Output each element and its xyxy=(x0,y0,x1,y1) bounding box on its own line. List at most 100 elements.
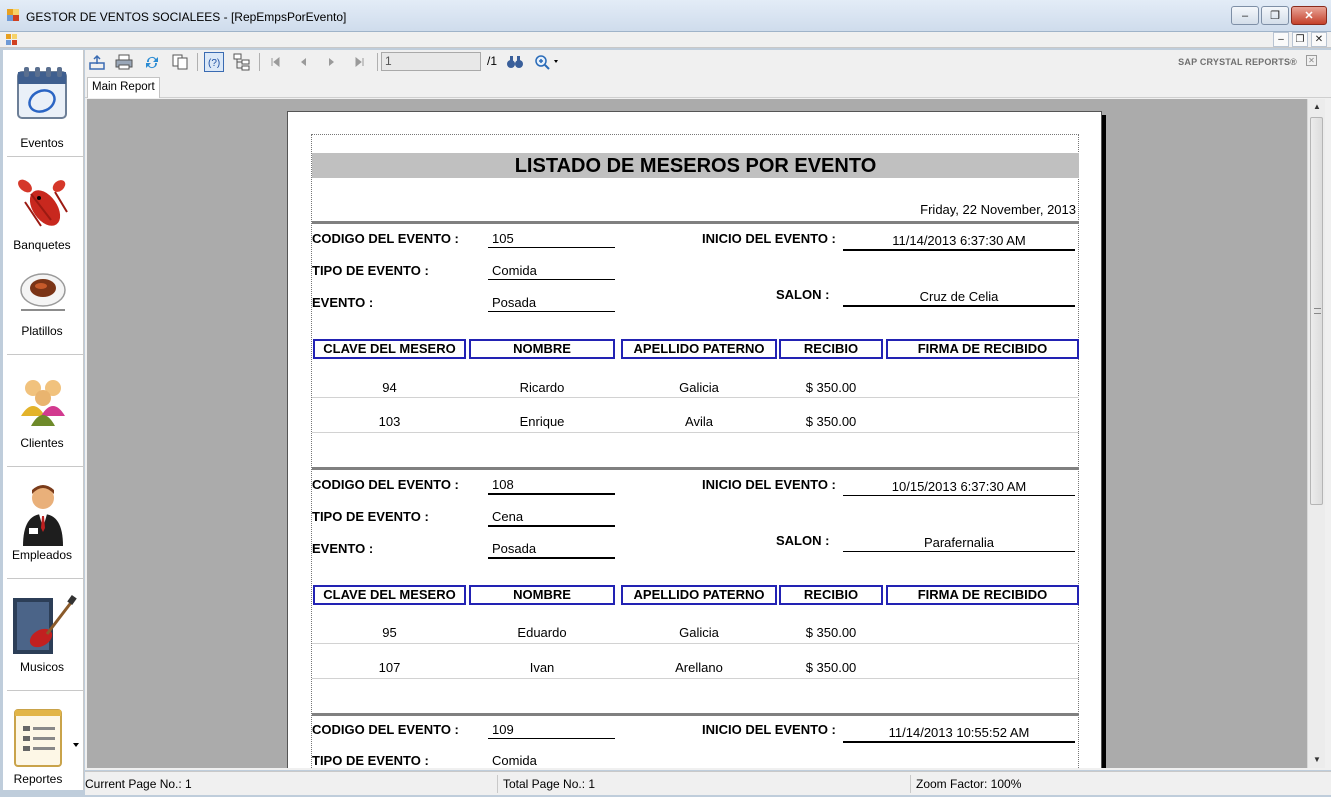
current-page-status: Current Page No.: 1 xyxy=(85,777,192,791)
scroll-up-icon[interactable]: ▲ xyxy=(1308,99,1326,115)
tipo-label: TIPO DE EVENTO : xyxy=(312,753,429,768)
print-icon[interactable] xyxy=(114,52,134,72)
column-header: NOMBRE xyxy=(469,585,615,605)
tab-main-report[interactable]: Main Report xyxy=(87,77,160,98)
sidebar-divider xyxy=(7,354,83,355)
group-divider xyxy=(312,467,1079,470)
report-title-band: LISTADO DE MESEROS POR EVENTO xyxy=(312,153,1079,178)
lobster-icon xyxy=(18,179,68,227)
salon-label: SALON : xyxy=(776,533,830,548)
row-divider xyxy=(312,432,1079,433)
apellido-cell: Avila xyxy=(685,414,713,429)
next-page-icon[interactable] xyxy=(322,52,342,72)
inicio-label: INICIO DEL EVENTO : xyxy=(702,231,836,246)
sidebar-item-banquetes[interactable]: Banquetes xyxy=(3,168,84,256)
minimize-button[interactable]: – xyxy=(1231,6,1259,25)
group-tree-icon[interactable] xyxy=(232,52,252,72)
find-icon[interactable] xyxy=(505,52,525,72)
chevron-down-icon[interactable] xyxy=(72,742,80,748)
inicio-value: 11/14/2013 10:55:52 AM xyxy=(843,725,1075,743)
report-icon xyxy=(14,709,62,767)
status-separator xyxy=(497,775,498,793)
nombre-cell: Enrique xyxy=(519,414,565,429)
row-divider xyxy=(312,678,1079,679)
close-button[interactable]: ✕ xyxy=(1291,6,1327,25)
codigo-label: CODIGO DEL EVENTO : xyxy=(312,722,459,737)
total-page-status: Total Page No.: 1 xyxy=(503,777,596,791)
column-header: APELLIDO PATERNO xyxy=(621,585,777,605)
sidebar-item-musicos[interactable]: Musicos xyxy=(3,590,84,682)
nombre-cell: Ricardo xyxy=(519,380,565,395)
column-header: RECIBIO xyxy=(779,339,883,359)
sidebar-divider xyxy=(7,578,83,579)
group-divider xyxy=(312,713,1079,716)
close-icon[interactable]: ✕ xyxy=(1306,55,1317,66)
inicio-label: INICIO DEL EVENTO : xyxy=(702,477,836,492)
column-header: FIRMA DE RECIBIDO xyxy=(886,339,1079,359)
page-number-input[interactable]: 1 xyxy=(381,52,481,71)
sidebar-item-label: Banquetes xyxy=(13,238,71,252)
recibio-cell: $ 350.00 xyxy=(805,414,857,429)
help-icon[interactable]: (?) xyxy=(204,52,224,72)
evento-value: Posada xyxy=(488,541,615,559)
scroll-grip-icon xyxy=(1314,308,1321,314)
salon-label: SALON : xyxy=(776,287,830,302)
mdi-minimize-button[interactable]: – xyxy=(1273,32,1289,47)
sidebar-item-label: Musicos xyxy=(19,660,64,674)
codigo-value: 105 xyxy=(488,231,615,248)
svg-text:(?): (?) xyxy=(208,58,220,69)
clave-cell: 107 xyxy=(378,660,401,675)
mdi-child-icon[interactable] xyxy=(6,34,18,46)
sidebar-divider xyxy=(7,690,83,691)
column-header: FIRMA DE RECIBIDO xyxy=(886,585,1079,605)
sidebar-item-label: Reportes xyxy=(13,772,63,786)
page-total: /1 xyxy=(487,54,498,68)
sidebar-item-empleados[interactable]: Empleados xyxy=(3,478,84,570)
export-icon[interactable] xyxy=(87,52,107,72)
refresh-icon[interactable] xyxy=(142,52,162,72)
status-separator xyxy=(910,775,911,793)
report-title: LISTADO DE MESEROS POR EVENTO xyxy=(514,155,877,177)
tipo-value: Cena xyxy=(488,509,615,527)
inicio-value: 11/14/2013 6:37:30 AM xyxy=(843,233,1075,251)
report-tabs: Main Report xyxy=(85,76,1331,98)
previous-page-icon[interactable] xyxy=(293,52,313,72)
copy-icon[interactable] xyxy=(170,52,190,72)
report-body: LISTADO DE MESEROS POR EVENTO Friday, 22… xyxy=(311,134,1079,768)
report-date: Friday, 22 November, 2013 xyxy=(920,202,1076,217)
scroll-thumb[interactable] xyxy=(1310,117,1323,505)
scroll-down-icon[interactable]: ▼ xyxy=(1308,752,1326,768)
column-header: CLAVE DEL MESERO xyxy=(313,585,466,605)
codigo-label: CODIGO DEL EVENTO : xyxy=(312,477,459,492)
sidebar-item-label: Empleados xyxy=(11,548,73,562)
vertical-scrollbar[interactable]: ▲ ▼ xyxy=(1307,99,1325,768)
codigo-value: 109 xyxy=(488,722,615,739)
column-header: NOMBRE xyxy=(469,339,615,359)
toolbar-separator xyxy=(377,53,378,71)
tipo-label: TIPO DE EVENTO : xyxy=(312,263,429,278)
first-page-icon[interactable] xyxy=(265,52,285,72)
sidebar-item-platillos[interactable]: Platillos xyxy=(3,268,84,348)
plate-icon xyxy=(20,273,66,311)
title-bar: GESTOR DE VENTOS SOCIALEES - [RepEmpsPor… xyxy=(0,0,1331,32)
evento-label: EVENTO : xyxy=(312,295,374,310)
sidebar-item-eventos[interactable]: Eventos xyxy=(3,60,84,160)
window-title: GESTOR DE VENTOS SOCIALEES - [RepEmpsPor… xyxy=(26,10,347,24)
maximize-button[interactable]: ❐ xyxy=(1261,6,1289,25)
sidebar-item-clientes[interactable]: Clientes xyxy=(3,366,84,458)
event-group: CODIGO DEL EVENTO : 109 INICIO DEL EVENT… xyxy=(312,713,1079,768)
toolbar-separator xyxy=(259,53,260,71)
recibio-cell: $ 350.00 xyxy=(805,660,857,675)
last-page-icon[interactable] xyxy=(350,52,370,72)
tipo-value: Comida xyxy=(488,753,615,768)
row-divider xyxy=(312,397,1079,398)
mdi-restore-button[interactable]: ❐ xyxy=(1292,32,1308,47)
clave-cell: 103 xyxy=(378,414,401,429)
sidebar-item-label: Platillos xyxy=(21,324,63,338)
zoom-icon[interactable] xyxy=(533,52,563,72)
event-group: CODIGO DEL EVENTO : 105 INICIO DEL EVENT… xyxy=(312,221,1079,467)
sap-crystal-reports-logo: SAP CRYSTAL REPORTS® xyxy=(1178,57,1297,67)
mdi-close-button[interactable]: ✕ xyxy=(1311,32,1327,47)
calendar-icon xyxy=(17,67,67,119)
sidebar-item-reportes[interactable]: Reportes xyxy=(3,702,84,790)
